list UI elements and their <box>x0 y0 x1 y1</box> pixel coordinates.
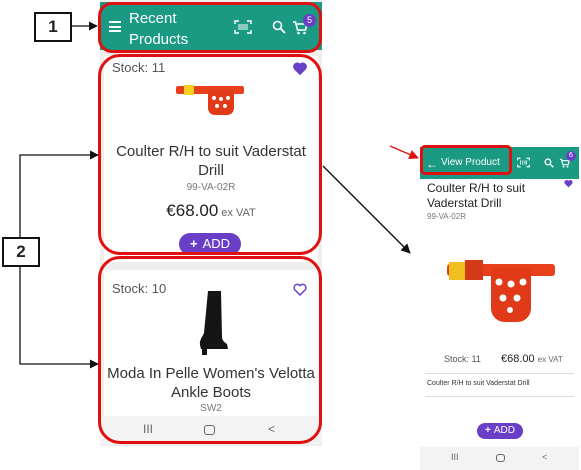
callout-1: 1 <box>34 12 72 42</box>
annotation-connector-lines <box>19 21 419 369</box>
callout-2: 2 <box>2 237 40 267</box>
